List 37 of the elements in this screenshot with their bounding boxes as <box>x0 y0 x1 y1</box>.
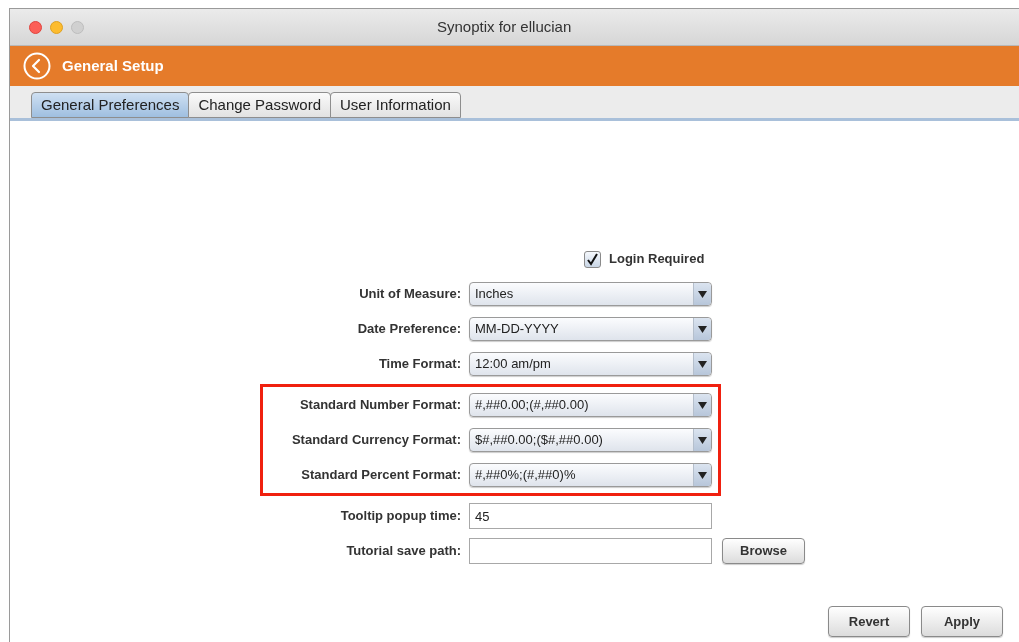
caret-down-icon <box>698 471 707 479</box>
dropdown[interactable]: MM-DD-YYYY <box>469 317 712 341</box>
caret-down-icon <box>698 436 707 444</box>
minimize-icon[interactable] <box>50 20 63 34</box>
text-field[interactable]: 45 <box>469 503 712 529</box>
apply-button[interactable]: Apply <box>921 606 1003 637</box>
tab[interactable]: General Preferences <box>31 92 190 118</box>
dropdown[interactable]: #,##0.00;(#,##0.00) <box>469 393 712 417</box>
field-label: Tooltip popup time: <box>339 507 461 526</box>
dropdown[interactable]: #,##0%;(#,##0)% <box>469 463 712 487</box>
browse-button[interactable]: Browse <box>722 538 805 564</box>
caret-down-icon <box>698 360 707 368</box>
text-field[interactable] <box>469 538 712 564</box>
dropdown[interactable]: 12:00 am/pm <box>469 352 712 376</box>
header-title: General Setup <box>62 55 164 76</box>
checkmark-icon <box>586 252 599 266</box>
back-icon[interactable] <box>23 52 51 80</box>
dropdown[interactable]: Inches <box>469 282 712 306</box>
revert-button[interactable]: Revert <box>828 606 910 637</box>
field-label: Standard Number Format: <box>298 396 461 415</box>
tab[interactable]: Change Password <box>188 92 331 118</box>
field-label: Standard Percent Format: <box>300 466 461 485</box>
window-title: Synoptix for ellucian <box>437 16 572 37</box>
dropdown[interactable]: $#,##0.00;($#,##0.00) <box>469 428 712 452</box>
caret-down-icon <box>698 401 707 409</box>
tab[interactable]: User Information <box>330 92 461 118</box>
caret-down-icon <box>698 290 707 298</box>
field-label: Date Preference: <box>356 320 461 339</box>
field-label: Time Format: <box>377 355 461 374</box>
zoom-icon[interactable] <box>71 20 84 34</box>
close-icon[interactable] <box>29 20 42 34</box>
checkbox-label: Login Required <box>609 250 705 269</box>
field-label: Tutorial save path: <box>345 542 461 561</box>
caret-down-icon <box>698 325 707 333</box>
field-label: Standard Currency Format: <box>290 431 461 450</box>
checkbox[interactable] <box>584 250 601 268</box>
field-label: Unit of Measure: <box>358 285 461 304</box>
